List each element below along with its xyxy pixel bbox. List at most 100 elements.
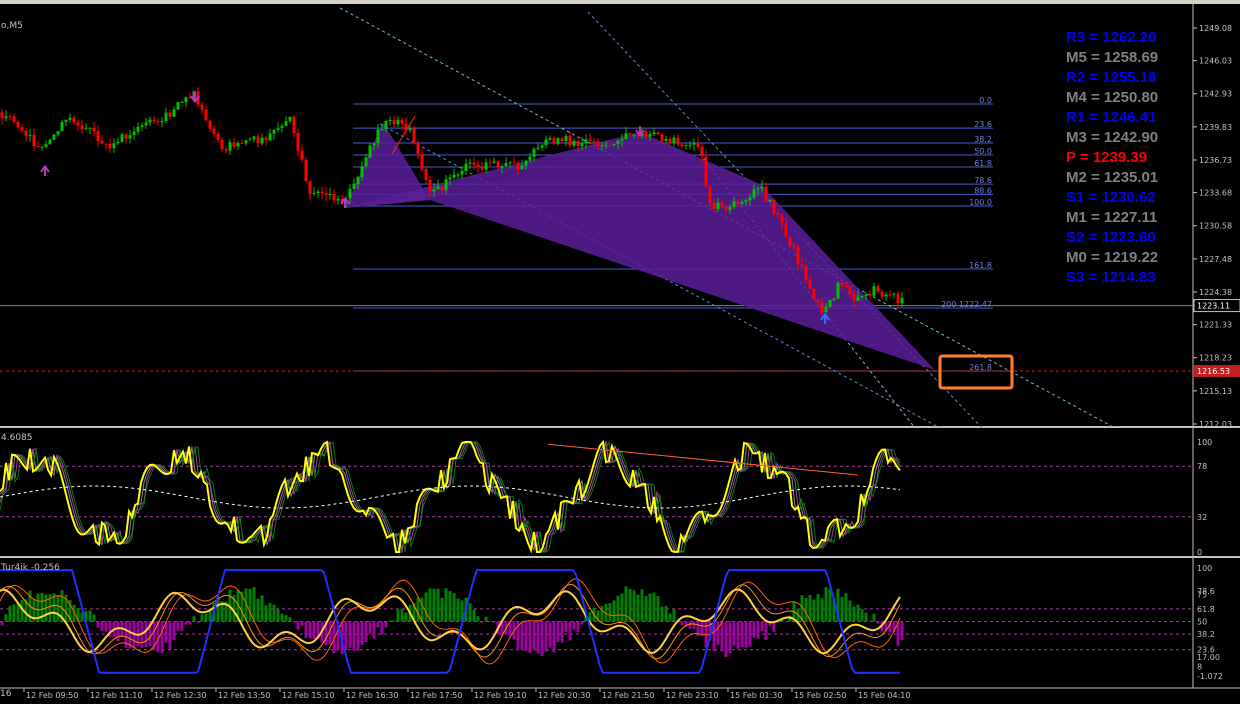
candle-body xyxy=(112,143,116,149)
price-tick-label: 1249.08 xyxy=(1199,24,1232,33)
ind2-histogram-bar xyxy=(432,588,436,622)
ind2-histogram-bar xyxy=(404,612,408,622)
candle-body xyxy=(884,294,888,297)
candle-body xyxy=(100,140,104,144)
osc-axis-label: 78 xyxy=(1197,462,1207,471)
ind2-histogram-bar xyxy=(264,605,268,622)
osc-axis-label: 100 xyxy=(1197,438,1212,447)
candle-body xyxy=(80,125,84,130)
ind2-histogram-bar xyxy=(520,621,524,651)
ind2-histogram-bar xyxy=(100,621,104,632)
price-tick-label: 1221.33 xyxy=(1199,321,1232,330)
ind2-histogram-bar xyxy=(416,597,420,622)
candle-body xyxy=(444,179,448,191)
pivot-level-label: M5 = 1258.69 xyxy=(1066,49,1159,66)
ind2-histogram-bar xyxy=(672,608,676,622)
candle-body xyxy=(872,286,876,296)
candle-body xyxy=(48,139,52,145)
candle-body xyxy=(432,189,436,192)
candle-body xyxy=(868,294,872,296)
candle-body xyxy=(696,142,700,147)
ind2-histogram-bar xyxy=(384,621,388,628)
price-tick-label: 1215.13 xyxy=(1199,387,1232,396)
ind2-histogram-bar xyxy=(304,621,308,638)
candle-body xyxy=(72,117,76,123)
candle-body xyxy=(624,133,628,140)
candle-body xyxy=(900,297,904,304)
candle-body xyxy=(388,120,392,122)
candle-body xyxy=(104,143,108,145)
candle-body xyxy=(656,132,660,135)
time-tick-label: 12 Feb 12:30 xyxy=(154,691,206,700)
ind2-histogram-bar xyxy=(828,588,832,622)
ind2-histogram-bar xyxy=(288,616,292,622)
ind2-histogram-bar xyxy=(756,621,760,639)
candle-body xyxy=(484,162,488,170)
candle-body xyxy=(576,140,580,146)
price-tick-label: 1236.73 xyxy=(1199,156,1232,165)
candle-body xyxy=(84,128,88,130)
candle-body xyxy=(860,295,864,297)
candle-body xyxy=(544,139,548,146)
candle-body xyxy=(896,293,900,304)
candle-body xyxy=(248,139,252,141)
ind2-histogram-bar xyxy=(524,621,528,651)
candle-body xyxy=(288,116,292,122)
candle-body xyxy=(668,138,672,143)
ind2-histogram-bar xyxy=(688,621,692,629)
candle-body xyxy=(888,294,892,296)
candle-body xyxy=(200,104,204,110)
candle-body xyxy=(560,138,564,142)
ind2-histogram-bar xyxy=(556,621,560,643)
candle-body xyxy=(752,189,756,198)
candle-body xyxy=(608,144,612,146)
ind2-histogram-bar xyxy=(760,621,764,631)
candle-body xyxy=(508,162,512,164)
ind2-histogram-bar xyxy=(732,621,736,646)
candle-body xyxy=(504,163,508,167)
candle-body xyxy=(588,139,592,141)
pivot-level-label: M4 = 1250.80 xyxy=(1066,89,1159,106)
candle-body xyxy=(260,137,264,144)
ind2-histogram-bar xyxy=(248,588,252,622)
candle-body xyxy=(712,202,716,210)
ind2-histogram-bar xyxy=(452,592,456,622)
candle-body xyxy=(536,147,540,149)
candle-body xyxy=(756,188,760,190)
candle-body xyxy=(792,245,796,248)
candle-body xyxy=(336,198,340,201)
candle-body xyxy=(664,138,668,141)
candle-body xyxy=(396,120,400,125)
ind2-histogram-bar xyxy=(864,612,868,622)
ind2-histogram-bar xyxy=(612,600,616,622)
candle-body xyxy=(440,186,444,191)
candle-body xyxy=(676,137,680,145)
ind2-histogram-bar xyxy=(168,621,172,650)
candle-body xyxy=(728,206,732,211)
price-tick-label: 1212.03 xyxy=(1199,420,1232,429)
candle-body xyxy=(628,133,632,135)
ind2-histogram-bar xyxy=(840,596,844,622)
ind2-histogram-bar xyxy=(256,598,260,622)
ind2-histogram-bar xyxy=(656,596,660,622)
candle-body xyxy=(308,181,312,194)
ind2-histogram-bar xyxy=(744,621,748,648)
candle-body xyxy=(428,180,432,192)
candle-body xyxy=(272,129,276,134)
candle-body xyxy=(448,177,452,180)
candle-body xyxy=(672,137,676,143)
ind2-histogram-bar xyxy=(376,621,380,628)
candle-body xyxy=(68,117,72,120)
ind2-histogram-bar xyxy=(368,621,372,634)
fib-level-label: 61.8 xyxy=(974,159,992,168)
candle-body xyxy=(532,148,536,157)
candle-body xyxy=(328,193,332,195)
price-chart[interactable]: 1249.08 1246.03 1242.93 1239.83 1236.73 1233.… xyxy=(0,4,1240,704)
ind2-histogram-bar xyxy=(628,588,632,622)
candle-body xyxy=(324,193,328,195)
target-price-tag: 1216.53 xyxy=(1197,367,1230,376)
candle-body xyxy=(648,134,652,137)
ind2-axis-label: 100 xyxy=(1197,564,1212,573)
ind2-histogram-bar xyxy=(276,609,280,622)
ind2-histogram-bar xyxy=(12,604,16,622)
